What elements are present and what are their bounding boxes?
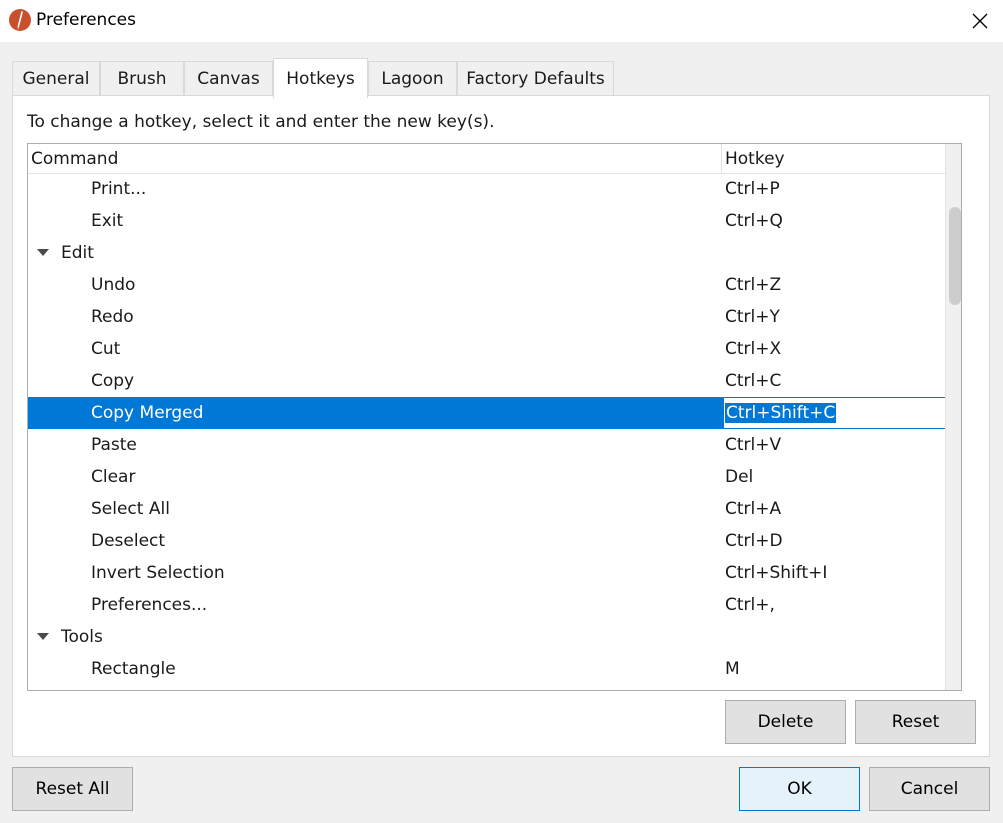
tab-hotkeys[interactable]: Hotkeys	[273, 58, 368, 98]
tree-row-undo[interactable]: Undo Ctrl+Z	[28, 269, 947, 301]
triangle-down-icon[interactable]	[37, 249, 49, 256]
close-button[interactable]	[957, 0, 1003, 42]
command-label: Rectangle	[91, 659, 176, 679]
column-header-hotkey[interactable]: Hotkey	[722, 144, 947, 173]
window-title: Preferences	[36, 10, 136, 30]
tree-row-deselect[interactable]: Deselect Ctrl+D	[28, 525, 947, 557]
command-label: Redo	[91, 307, 134, 327]
hotkey-value: Ctrl+D	[725, 531, 783, 551]
command-label: Paste	[91, 435, 137, 455]
group-label: Edit	[61, 243, 94, 263]
tree-row-rectangle[interactable]: Rectangle M	[28, 653, 947, 685]
command-label: Exit	[91, 211, 124, 231]
hotkeys-tree[interactable]: Command Hotkey Print... Ctrl+P Exit Ctrl…	[27, 143, 962, 691]
command-label: Copy	[91, 371, 135, 391]
column-header-command[interactable]: Command	[28, 144, 722, 173]
tab-canvas[interactable]: Canvas	[184, 61, 273, 96]
tree-row-preferences[interactable]: Preferences... Ctrl+,	[28, 589, 947, 621]
tree-group-tools[interactable]: Tools	[28, 621, 947, 653]
tree-group-edit[interactable]: Edit	[28, 237, 947, 269]
ok-button[interactable]: OK	[739, 767, 860, 811]
hotkey-value: Ctrl+Y	[725, 307, 780, 327]
hotkeys-panel: To change a hotkey, select it and enter …	[12, 95, 990, 757]
hotkey-value: M	[725, 659, 740, 679]
tree-row-copy[interactable]: Copy Ctrl+C	[28, 365, 947, 397]
cancel-button[interactable]: Cancel	[869, 767, 990, 811]
hotkey-value: Ctrl+C	[725, 371, 782, 391]
tab-factory-defaults[interactable]: Factory Defaults	[457, 61, 614, 96]
hotkey-value: Ctrl+A	[725, 499, 782, 519]
tree-row-cut[interactable]: Cut Ctrl+X	[28, 333, 947, 365]
group-label: Tools	[61, 627, 103, 647]
hotkey-value: Ctrl+X	[725, 339, 782, 359]
tree-row-exit[interactable]: Exit Ctrl+Q	[28, 205, 947, 237]
hotkey-value: Ctrl+V	[725, 435, 782, 455]
command-label: Preferences...	[91, 595, 208, 615]
hotkey-value: Ctrl+,	[725, 595, 775, 615]
close-icon	[972, 13, 988, 29]
tree-row-redo[interactable]: Redo Ctrl+Y	[28, 301, 947, 333]
tree-row-clear[interactable]: Clear Del	[28, 461, 947, 493]
hotkey-value: Ctrl+Q	[725, 211, 783, 231]
tree-row-select-all[interactable]: Select All Ctrl+A	[28, 493, 947, 525]
hotkey-value: Ctrl+Shift+I	[725, 563, 828, 583]
app-brush-icon	[9, 9, 31, 31]
command-label: Copy Merged	[91, 403, 204, 423]
command-label: Undo	[91, 275, 136, 295]
hotkey-edit-value: Ctrl+Shift+C	[725, 403, 837, 423]
instructions-text: To change a hotkey, select it and enter …	[27, 112, 495, 132]
vertical-scrollbar[interactable]	[945, 144, 961, 690]
command-label: Cut	[91, 339, 121, 359]
command-label: Invert Selection	[91, 563, 225, 583]
tree-header: Command Hotkey	[28, 144, 947, 174]
tab-lagoon[interactable]: Lagoon	[368, 61, 457, 96]
title-bar: Preferences	[0, 0, 1003, 42]
tree-row-print[interactable]: Print... Ctrl+P	[28, 173, 947, 205]
command-label: Deselect	[91, 531, 166, 551]
reset-all-button[interactable]: Reset All	[12, 767, 133, 811]
command-label: Clear	[91, 467, 136, 487]
command-label: Print...	[91, 179, 147, 199]
scrollbar-thumb[interactable]	[949, 207, 961, 305]
hotkey-value: Ctrl+P	[725, 179, 780, 199]
tree-rows: Print... Ctrl+P Exit Ctrl+Q Edit Undo Ct…	[28, 173, 947, 685]
delete-button[interactable]: Delete	[725, 700, 846, 744]
tree-row-copy-merged[interactable]: Copy Merged Ctrl+Shift+C	[28, 397, 947, 429]
tab-general[interactable]: General	[12, 61, 100, 96]
tree-row-invert-selection[interactable]: Invert Selection Ctrl+Shift+I	[28, 557, 947, 589]
command-label: Select All	[91, 499, 170, 519]
hotkey-value: Del	[725, 467, 754, 487]
reset-button[interactable]: Reset	[855, 700, 976, 744]
tree-row-paste[interactable]: Paste Ctrl+V	[28, 429, 947, 461]
hotkey-value: Ctrl+Z	[725, 275, 782, 295]
hotkey-edit-field[interactable]: Ctrl+Shift+C	[723, 397, 947, 429]
triangle-down-icon[interactable]	[37, 633, 49, 640]
tab-brush[interactable]: Brush	[100, 61, 184, 96]
